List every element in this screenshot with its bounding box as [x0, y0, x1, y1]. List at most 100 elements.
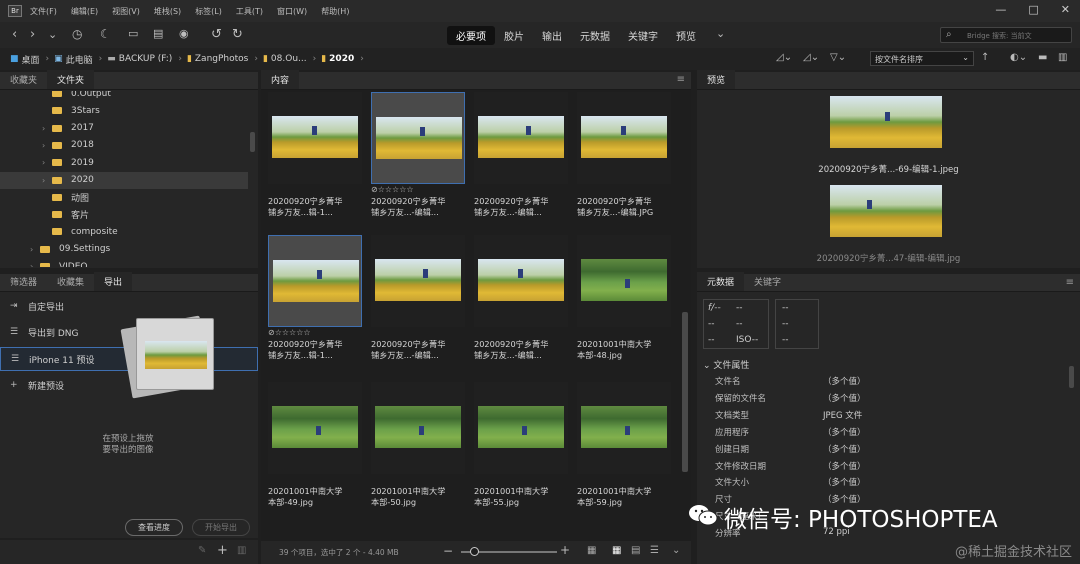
thumbnail[interactable]: [577, 382, 671, 474]
folder-item[interactable]: composite: [0, 223, 248, 240]
rotate-cw-icon[interactable]: ↻: [232, 27, 243, 42]
photo-downloader-icon[interactable]: ◉: [179, 27, 189, 40]
zoom-out-icon[interactable]: −: [443, 544, 453, 558]
metadata-scrollbar[interactable]: [1069, 366, 1074, 388]
workspace-metadata[interactable]: 元数据: [571, 26, 619, 45]
folder-item[interactable]: 动图: [0, 189, 248, 206]
tab-filter[interactable]: 筛选器: [0, 272, 47, 291]
menu-window[interactable]: 窗口(W): [277, 6, 307, 17]
boomerang-icon[interactable]: ☾: [100, 27, 111, 41]
grid-lock-icon[interactable]: ▦: [587, 545, 596, 556]
folder-item[interactable]: › 2018: [0, 137, 248, 154]
back-icon[interactable]: ‹: [12, 27, 17, 42]
workspace-preview[interactable]: 预览: [667, 26, 705, 45]
menu-tools[interactable]: 工具(T): [236, 6, 263, 17]
panel-menu-icon[interactable]: ≡: [677, 74, 685, 85]
crumb-this-pc[interactable]: ▣ 此电脑 ›: [54, 53, 102, 66]
menu-label[interactable]: 标签(L): [195, 6, 222, 17]
folder-item[interactable]: › 2020: [0, 171, 248, 189]
slider-handle[interactable]: [470, 547, 479, 556]
content-scrollbar[interactable]: [682, 312, 688, 472]
star-rating[interactable]: ⊘☆☆☆☆☆: [268, 328, 311, 337]
menu-help[interactable]: 帮助(H): [321, 6, 349, 17]
folder-item[interactable]: 3Stars: [0, 102, 248, 119]
workspace-output[interactable]: 输出: [533, 26, 571, 45]
sort-select[interactable]: 按文件名排序 ⌄: [870, 51, 974, 66]
tab-collections[interactable]: 收藏集: [47, 272, 94, 291]
export-custom[interactable]: ⇥ 自定导出: [0, 294, 258, 318]
workspace-keywords[interactable]: 关键字: [619, 26, 667, 45]
thumbnail[interactable]: [371, 235, 465, 327]
tab-export[interactable]: 导出: [94, 272, 133, 291]
delete-icon[interactable]: ▥: [1058, 52, 1067, 63]
thumbnail[interactable]: [474, 92, 568, 184]
chevron-right-icon[interactable]: ›: [42, 124, 52, 133]
details-view-icon[interactable]: ▤: [631, 545, 640, 556]
trash-icon[interactable]: ▥: [237, 545, 246, 556]
thumbnail[interactable]: [371, 92, 465, 184]
folder-item[interactable]: › VIDEO: [0, 258, 248, 267]
camera-icon[interactable]: ▭: [128, 27, 138, 40]
thumbnail[interactable]: [268, 382, 362, 474]
menu-view[interactable]: 视图(V): [112, 6, 140, 17]
menu-file[interactable]: 文件(F): [30, 6, 57, 17]
tab-folders[interactable]: 文件夹: [47, 70, 95, 89]
close-button[interactable]: ✕: [1061, 3, 1070, 16]
chevron-right-icon[interactable]: ›: [42, 141, 52, 150]
crumb-2020[interactable]: ▮ 2020 ›: [321, 54, 364, 64]
folder-item[interactable]: › 2019: [0, 154, 248, 171]
open-recent-icon[interactable]: ◐⌄: [1010, 52, 1027, 63]
filter-icon[interactable]: ▽⌄: [830, 52, 846, 63]
maximize-button[interactable]: □: [1028, 3, 1038, 16]
crumb-output[interactable]: ▮ 08.Ou... ›: [263, 54, 316, 64]
chevron-right-icon[interactable]: ›: [30, 245, 40, 254]
thumbnail[interactable]: [268, 92, 362, 184]
thumbnail[interactable]: [268, 235, 362, 327]
thumbnail[interactable]: [577, 235, 671, 327]
thumbnail[interactable]: [474, 235, 568, 327]
thumbnail-view-icon[interactable]: ▦: [612, 545, 621, 556]
folder-item[interactable]: › 09.Settings: [0, 241, 248, 258]
folder-item[interactable]: › 2017: [0, 120, 248, 137]
tab-preview[interactable]: 预览: [697, 70, 736, 89]
chevron-right-icon[interactable]: ›: [42, 176, 52, 185]
thumbnail[interactable]: [371, 382, 465, 474]
history-icon[interactable]: ◷: [72, 27, 82, 41]
recent-files-icon[interactable]: ⌄: [48, 28, 57, 41]
minimize-button[interactable]: —: [995, 3, 1006, 16]
chevron-right-icon[interactable]: ›: [30, 262, 40, 267]
workspace-essentials[interactable]: 必要项: [447, 26, 495, 45]
crumb-zangphotos[interactable]: ▮ ZangPhotos ›: [187, 54, 258, 64]
quality-icon[interactable]: ◿⌄: [776, 52, 792, 63]
search-input[interactable]: ⌕ Bridge 搜索: 当前文: [940, 27, 1072, 43]
thumbnail[interactable]: [474, 382, 568, 474]
thumbnail[interactable]: [577, 92, 671, 184]
new-folder-icon[interactable]: ▬: [1038, 52, 1047, 63]
workspace-filmstrip[interactable]: 胶片: [495, 26, 533, 45]
tab-favorites[interactable]: 收藏夹: [0, 70, 47, 89]
forward-icon[interactable]: ›: [30, 27, 35, 42]
folder-item[interactable]: 0.Output: [0, 91, 248, 102]
chevron-down-icon[interactable]: ⌄: [672, 545, 680, 556]
crumb-desktop[interactable]: ■ 桌面 ›: [10, 53, 49, 66]
chevron-right-icon[interactable]: ›: [42, 158, 52, 167]
start-export-button[interactable]: 开始导出: [192, 519, 250, 536]
preview-image-2[interactable]: [830, 185, 942, 237]
workspace-menu-icon[interactable]: ⌄: [716, 27, 725, 40]
folder-item[interactable]: 客片: [0, 206, 248, 223]
rotate-ccw-icon[interactable]: ↺: [211, 27, 222, 42]
sort-direction-icon[interactable]: ↑: [981, 52, 989, 63]
star-rating[interactable]: ⊘☆☆☆☆☆: [371, 185, 414, 194]
rating-filter-icon[interactable]: ◿⌄: [803, 52, 819, 63]
menu-stack[interactable]: 堆栈(S): [154, 6, 181, 17]
refine-icon[interactable]: ▤: [153, 27, 163, 40]
zoom-in-icon[interactable]: +: [560, 543, 570, 557]
edit-icon[interactable]: ✎: [198, 545, 206, 556]
preview-image-1[interactable]: [830, 96, 942, 148]
view-progress-button[interactable]: 查看进度: [125, 519, 183, 536]
list-view-icon[interactable]: ☰: [650, 545, 659, 556]
menu-edit[interactable]: 编辑(E): [71, 6, 98, 17]
tab-content[interactable]: 内容: [261, 70, 300, 89]
crumb-backup-drive[interactable]: ▬ BACKUP (F:) ›: [107, 54, 182, 64]
add-icon[interactable]: +: [217, 543, 228, 558]
